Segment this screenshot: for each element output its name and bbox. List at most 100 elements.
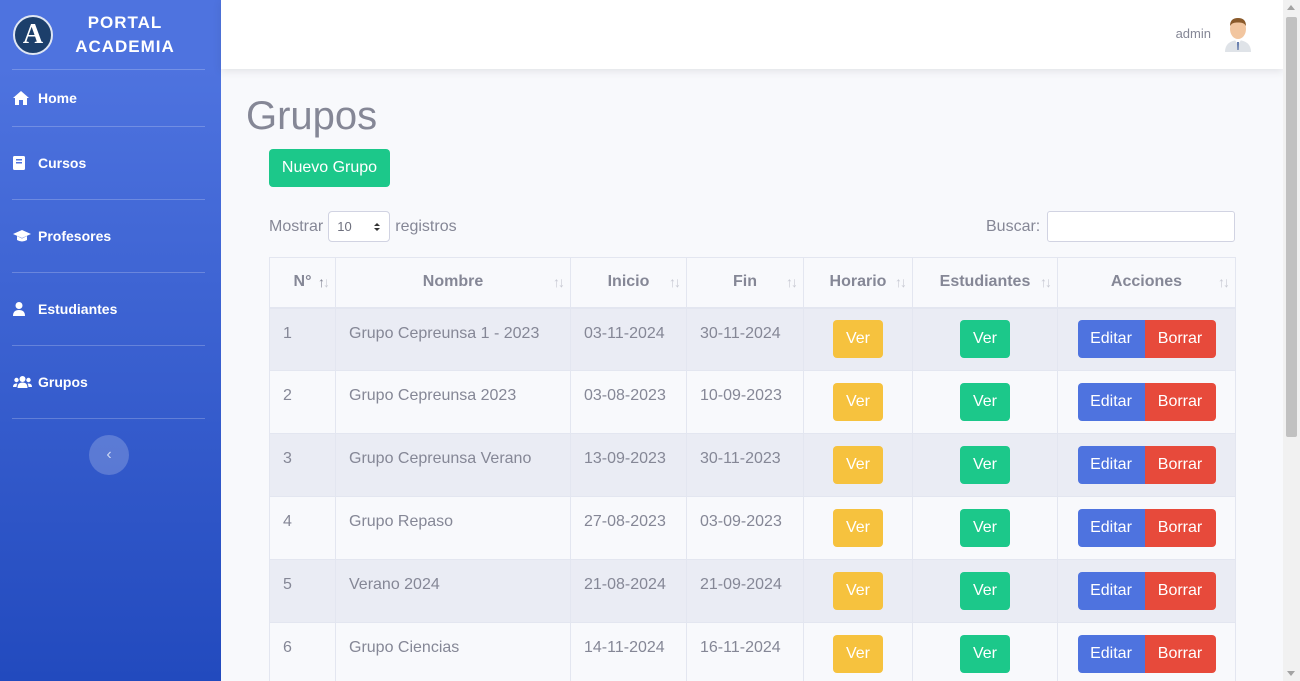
column-header-inicio[interactable]: Inicio ↑↓ xyxy=(570,257,687,309)
view-students-button[interactable]: Ver xyxy=(960,446,1010,484)
view-students-button[interactable]: Ver xyxy=(960,572,1010,610)
cell-fin: 10-09-2023 xyxy=(686,370,804,434)
cell-inicio: 14-11-2024 xyxy=(570,622,687,681)
sidebar-item-profesores[interactable]: Profesores xyxy=(0,200,221,272)
column-header-number[interactable]: N° ↑↓ xyxy=(269,257,336,309)
sidebar-item-estudiantes[interactable]: Estudiantes xyxy=(0,273,221,345)
edit-button[interactable]: Editar xyxy=(1077,635,1145,673)
table-header-row: N° ↑↓ Nombre ↑↓ Inicio ↑↓ Fin ↑↓ Horario ↑↓ E… xyxy=(269,257,1236,309)
brand[interactable]: A PORTAL ACADEMIA xyxy=(0,0,221,69)
view-schedule-button[interactable]: Ver xyxy=(833,320,883,359)
cell-nombre: Grupo Cepreunsa 1 - 2023 xyxy=(335,307,571,371)
delete-button[interactable]: Borrar xyxy=(1144,446,1216,484)
cell-number: 5 xyxy=(269,559,336,623)
delete-button[interactable]: Borrar xyxy=(1144,383,1216,421)
cell-estudiantes: Ver xyxy=(912,496,1058,560)
table-row: 4 Grupo Repaso 27-08-2023 03-09-2023 Ver… xyxy=(269,496,1236,560)
view-schedule-button[interactable]: Ver xyxy=(833,572,883,610)
scrollbar-thumb[interactable] xyxy=(1286,17,1297,437)
column-header-horario[interactable]: Horario ↑↓ xyxy=(803,257,913,309)
delete-button[interactable]: Borrar xyxy=(1144,635,1216,673)
groups-table: N° ↑↓ Nombre ↑↓ Inicio ↑↓ Fin ↑↓ Horario ↑↓ E… xyxy=(269,257,1236,681)
view-schedule-button[interactable]: Ver xyxy=(833,635,883,673)
cell-inicio: 27-08-2023 xyxy=(570,496,687,560)
column-header-estudiantes[interactable]: Estudiantes ↑↓ xyxy=(912,257,1058,309)
cell-horario: Ver xyxy=(803,622,913,681)
chevron-left-icon: ‹ xyxy=(106,446,112,463)
search-input[interactable] xyxy=(1047,211,1236,242)
cell-number: 4 xyxy=(269,496,336,560)
cell-nombre: Verano 2024 xyxy=(335,559,571,623)
cell-horario: Ver xyxy=(803,307,913,371)
book-icon xyxy=(13,156,33,170)
sidebar: A PORTAL ACADEMIA Home Cursos Profesores… xyxy=(0,0,221,681)
graduation-cap-icon xyxy=(13,230,33,242)
sidebar-item-cursos[interactable]: Cursos xyxy=(0,127,221,199)
search-label: Buscar: xyxy=(986,217,1041,235)
cell-fin: 30-11-2024 xyxy=(686,307,804,371)
sidebar-item-home[interactable]: Home xyxy=(0,70,221,126)
new-group-button[interactable]: Nuevo Grupo xyxy=(269,149,390,187)
sort-icon: ↑↓ xyxy=(895,274,907,290)
cell-nombre: Grupo Repaso xyxy=(335,496,571,560)
delete-button[interactable]: Borrar xyxy=(1144,320,1216,359)
sidebar-item-grupos[interactable]: Grupos xyxy=(0,346,221,418)
scroll-up-arrow-icon[interactable] xyxy=(1287,5,1295,10)
avatar xyxy=(1221,14,1255,52)
cell-fin: 21-09-2024 xyxy=(686,559,804,623)
view-students-button[interactable]: Ver xyxy=(960,635,1010,673)
cell-fin: 03-09-2023 xyxy=(686,496,804,560)
table-row: 1 Grupo Cepreunsa 1 - 2023 03-11-2024 30… xyxy=(269,307,1236,371)
sort-icon: ↑↓ xyxy=(1218,274,1230,290)
page-size-select[interactable]: 10 xyxy=(328,211,391,242)
column-header-nombre[interactable]: Nombre ↑↓ xyxy=(335,257,571,309)
cell-estudiantes: Ver xyxy=(912,370,1058,434)
home-icon xyxy=(13,91,33,105)
view-students-button[interactable]: Ver xyxy=(960,383,1010,421)
users-icon xyxy=(13,376,33,388)
edit-button[interactable]: Editar xyxy=(1077,572,1145,610)
sidebar-item-label: Profesores xyxy=(38,228,112,244)
user-name: admin xyxy=(1175,25,1211,41)
cell-acciones: Editar Borrar xyxy=(1057,496,1236,560)
user-menu[interactable]: admin xyxy=(1176,14,1255,52)
sort-icon: ↑↓ xyxy=(786,274,798,290)
cell-horario: Ver xyxy=(803,559,913,623)
column-header-acciones[interactable]: Acciones ↑↓ xyxy=(1057,257,1236,309)
cell-acciones: Editar Borrar xyxy=(1057,559,1236,623)
edit-button[interactable]: Editar xyxy=(1077,383,1145,421)
sidebar-item-label: Cursos xyxy=(38,155,87,171)
records-label: registros xyxy=(395,217,457,235)
view-students-button[interactable]: Ver xyxy=(960,320,1010,359)
sidebar-toggle-button[interactable]: ‹ xyxy=(89,435,129,475)
delete-button[interactable]: Borrar xyxy=(1144,572,1216,610)
column-header-fin[interactable]: Fin ↑↓ xyxy=(686,257,804,309)
cell-nombre: Grupo Cepreunsa 2023 xyxy=(335,370,571,434)
view-students-button[interactable]: Ver xyxy=(960,509,1010,547)
view-schedule-button[interactable]: Ver xyxy=(833,509,883,547)
table-search: Buscar: xyxy=(986,211,1236,242)
edit-button[interactable]: Editar xyxy=(1077,320,1145,359)
scroll-down-arrow-icon[interactable] xyxy=(1287,671,1295,676)
delete-button[interactable]: Borrar xyxy=(1144,509,1216,547)
cell-horario: Ver xyxy=(803,433,913,497)
page-scrollbar[interactable] xyxy=(1283,0,1300,681)
brand-line-2: ACADEMIA xyxy=(75,36,175,56)
view-schedule-button[interactable]: Ver xyxy=(833,383,883,421)
cell-fin: 30-11-2023 xyxy=(686,433,804,497)
cell-estudiantes: Ver xyxy=(912,433,1058,497)
edit-button[interactable]: Editar xyxy=(1077,446,1145,484)
cell-inicio: 03-11-2024 xyxy=(570,307,687,371)
cell-number: 1 xyxy=(269,307,336,371)
page-size-value: 10 xyxy=(337,219,352,234)
cell-acciones: Editar Borrar xyxy=(1057,622,1236,681)
cell-number: 2 xyxy=(269,370,336,434)
view-schedule-button[interactable]: Ver xyxy=(833,446,883,484)
cell-inicio: 21-08-2024 xyxy=(570,559,687,623)
table-row: 3 Grupo Cepreunsa Verano 13-09-2023 30-1… xyxy=(269,433,1236,497)
table-row: 5 Verano 2024 21-08-2024 21-09-2024 Ver … xyxy=(269,559,1236,623)
sort-icon: ↑↓ xyxy=(318,274,330,290)
edit-button[interactable]: Editar xyxy=(1077,509,1145,547)
sort-icon: ↑↓ xyxy=(669,274,681,290)
cell-acciones: Editar Borrar xyxy=(1057,307,1236,371)
